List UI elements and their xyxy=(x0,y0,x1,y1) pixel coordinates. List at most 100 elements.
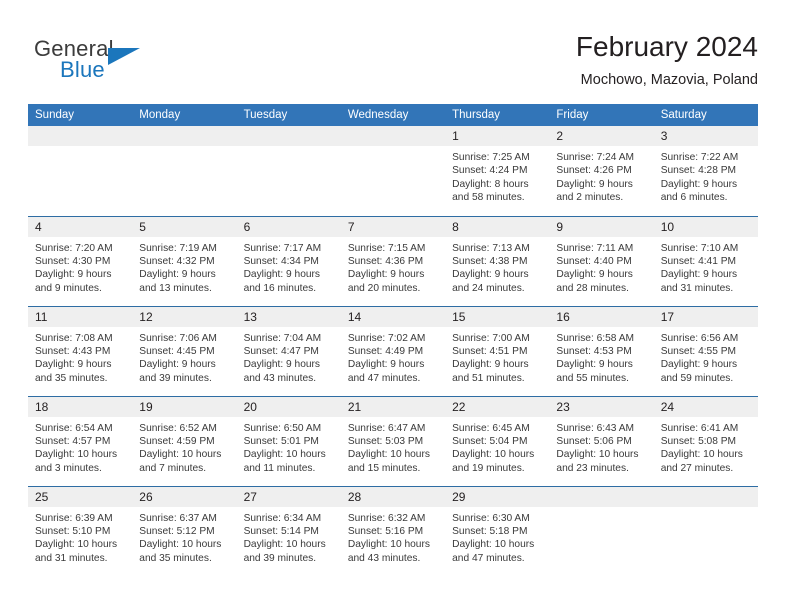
sun-info-line: Daylight: 10 hours xyxy=(243,449,326,461)
calendar-day-cell[interactable]: 21 Sunrise: 6:47 AM Sunset: 5:03 PM Dayligh… xyxy=(340,395,446,486)
title-block: February 2024 Mochowo, Mazovia, Poland xyxy=(576,30,758,90)
sun-info-line: Sunrise: 6:32 AM xyxy=(347,512,426,524)
calendar-day-cell[interactable]: 19 Sunrise: 6:52 AM Sunset: 4:59 PM Dayligh… xyxy=(132,395,237,486)
calendar-day-cell[interactable]: 13 Sunrise: 7:04 AM Sunset: 4:47 PM Dayligh… xyxy=(236,305,341,396)
day-number: 10 xyxy=(653,216,758,237)
calendar-day-cell[interactable]: 2 Sunrise: 7:24 AM Sunset: 4:26 PM Daylight… xyxy=(549,126,654,216)
sun-info-line: Daylight: 9 hours xyxy=(139,359,216,371)
sun-info-line: Sunrise: 7:10 AM xyxy=(660,242,739,254)
sun-info-line: and 59 minutes. xyxy=(660,372,734,384)
sun-info-line: Sunset: 5:18 PM xyxy=(452,525,528,537)
sun-info-line: Sunset: 5:03 PM xyxy=(347,435,424,447)
sun-info-line: Daylight: 10 hours xyxy=(347,539,430,551)
calendar-day-cell[interactable]: 10 Sunrise: 7:10 AM Sunset: 4:41 PM Dayligh… xyxy=(653,215,758,306)
sun-info-line: Sunrise: 6:54 AM xyxy=(35,422,113,434)
sun-info-line: Sunrise: 7:20 AM xyxy=(35,242,113,254)
sun-info-line: and 47 minutes. xyxy=(347,372,421,384)
sun-info-line: and 39 minutes. xyxy=(243,552,317,564)
calendar-day-cell[interactable]: 18 Sunrise: 6:54 AM Sunset: 4:57 PM Dayligh… xyxy=(28,395,133,486)
sun-info-line: Sunrise: 7:24 AM xyxy=(556,152,634,163)
sun-info-line: Sunset: 5:12 PM xyxy=(139,525,215,537)
calendar-day-cell[interactable]: 17 Sunrise: 6:56 AM Sunset: 4:55 PM Dayligh… xyxy=(653,305,758,396)
calendar-day-cell[interactable]: 29 Sunrise: 6:30 AM Sunset: 5:18 PM Dayligh… xyxy=(445,485,550,576)
weekday-header-tuesday: Tuesday xyxy=(236,104,341,126)
sun-info-line: Daylight: 10 hours xyxy=(347,449,430,461)
sun-info-line: Daylight: 9 hours xyxy=(243,359,321,371)
calendar-day-cell[interactable]: 7 Sunrise: 7:15 AM Sunset: 4:36 PM Daylight… xyxy=(340,215,446,306)
general-blue-logo[interactable]: General Blue xyxy=(34,36,244,92)
sun-info-line: Daylight: 9 hours xyxy=(347,269,425,281)
sun-info: Sunrise: 6:52 AM Sunset: 4:59 PM Daylight:… xyxy=(132,417,236,476)
calendar-day-cell[interactable]: 4 Sunrise: 7:20 AM Sunset: 4:30 PM Daylight… xyxy=(28,215,133,306)
sun-info-line: Daylight: 9 hours xyxy=(556,178,633,190)
sun-info-line: and 15 minutes. xyxy=(347,462,421,474)
calendar-day-cell[interactable]: 9 Sunrise: 7:11 AM Sunset: 4:40 PM Daylight… xyxy=(549,215,654,306)
sun-info-line: Sunset: 4:41 PM xyxy=(660,255,737,267)
sun-info-line: Daylight: 9 hours xyxy=(556,359,633,371)
sun-info-line: Daylight: 10 hours xyxy=(556,449,639,461)
calendar-table: Sunday Monday Tuesday Wednesday Thursday Frid… xyxy=(28,104,758,576)
sun-info-line: Sunset: 5:01 PM xyxy=(243,435,319,447)
sun-info-line: and 11 minutes. xyxy=(243,462,316,474)
calendar-day-cell[interactable]: 14 Sunrise: 7:02 AM Sunset: 4:49 PM Dayligh… xyxy=(340,305,446,396)
day-number: 23 xyxy=(549,396,654,417)
day-number: 14 xyxy=(340,306,446,327)
sun-info: Sunrise: 6:45 AM Sunset: 5:04 PM Daylight:… xyxy=(445,417,549,476)
calendar-week-row: 18 Sunrise: 6:54 AM Sunset: 4:57 PM Dayligh… xyxy=(28,395,758,486)
calendar-day-cell[interactable]: 27 Sunrise: 6:34 AM Sunset: 5:14 PM Dayligh… xyxy=(236,485,341,576)
calendar-day-cell[interactable]: 23 Sunrise: 6:43 AM Sunset: 5:06 PM Dayligh… xyxy=(549,395,654,486)
weekday-header-monday: Monday xyxy=(132,104,237,126)
page-title: February 2024 xyxy=(575,31,758,62)
sun-info-line: Daylight: 9 hours xyxy=(243,269,321,281)
sun-info-line: Sunrise: 6:37 AM xyxy=(139,512,217,524)
day-number: 2 xyxy=(549,126,654,146)
sun-info: Sunrise: 7:11 AM Sunset: 4:40 PM Daylight:… xyxy=(549,237,653,296)
calendar-day-cell[interactable]: 25 Sunrise: 6:39 AM Sunset: 5:10 PM Dayligh… xyxy=(28,485,133,576)
calendar-day-cell[interactable]: 22 Sunrise: 6:45 AM Sunset: 5:04 PM Dayligh… xyxy=(445,395,550,486)
sun-info-line: and 51 minutes. xyxy=(452,372,525,384)
day-number: 6 xyxy=(236,216,341,237)
calendar-day-cell[interactable]: 24 Sunrise: 6:41 AM Sunset: 5:08 PM Dayligh… xyxy=(653,395,758,486)
sun-info-line: and 19 minutes. xyxy=(452,462,525,474)
calendar-day-cell[interactable]: 1 Sunrise: 7:25 AM Sunset: 4:24 PM Daylight… xyxy=(445,126,550,216)
location-subtitle: Mochowo, Mazovia, Poland xyxy=(580,72,758,88)
sun-info-line: Sunset: 4:55 PM xyxy=(660,345,737,357)
sun-info-line: Daylight: 10 hours xyxy=(452,449,535,461)
calendar-day-cell[interactable]: 6 Sunrise: 7:17 AM Sunset: 4:34 PM Daylight… xyxy=(236,215,341,306)
calendar-day-cell[interactable]: 5 Sunrise: 7:19 AM Sunset: 4:32 PM Daylight… xyxy=(132,215,237,306)
sun-info-line: and 28 minutes. xyxy=(556,282,629,294)
calendar-day-cell[interactable]: 15 Sunrise: 7:00 AM Sunset: 4:51 PM Dayligh… xyxy=(445,305,550,396)
sun-info-line: Daylight: 9 hours xyxy=(347,359,425,371)
day-number: 19 xyxy=(132,396,237,417)
sun-info-line: Sunrise: 6:58 AM xyxy=(556,332,634,344)
sun-info-line: Daylight: 9 hours xyxy=(660,178,738,190)
sun-info-line: Sunrise: 7:25 AM xyxy=(452,152,530,163)
calendar-day-cell[interactable]: 8 Sunrise: 7:13 AM Sunset: 4:38 PM Daylight… xyxy=(445,215,550,306)
sun-info: Sunrise: 7:20 AM Sunset: 4:30 PM Daylight:… xyxy=(28,237,132,296)
day-number: 27 xyxy=(236,486,341,507)
sun-info-line: and 43 minutes. xyxy=(347,552,421,564)
calendar-day-cell[interactable]: 16 Sunrise: 6:58 AM Sunset: 4:53 PM Dayligh… xyxy=(549,305,654,396)
sun-info-line: Sunset: 5:08 PM xyxy=(660,435,737,447)
calendar-day-cell[interactable]: 12 Sunrise: 7:06 AM Sunset: 4:45 PM Dayligh… xyxy=(132,305,237,396)
sun-info-line: Sunrise: 6:56 AM xyxy=(660,332,739,344)
calendar-header-row: Sunday Monday Tuesday Wednesday Thursday Frid… xyxy=(28,104,758,126)
sun-info-line: Sunrise: 6:30 AM xyxy=(452,512,530,524)
weekday-header-thursday: Thursday xyxy=(445,104,550,126)
sun-info-line: Sunset: 4:26 PM xyxy=(556,165,632,177)
sun-info: Sunrise: 6:39 AM Sunset: 5:10 PM Daylight:… xyxy=(28,507,132,566)
calendar-day-cell[interactable]: 26 Sunrise: 6:37 AM Sunset: 5:12 PM Dayligh… xyxy=(132,485,237,576)
day-number xyxy=(549,486,654,507)
sun-info-line: Sunrise: 6:41 AM xyxy=(660,422,739,434)
calendar-day-cell[interactable]: 20 Sunrise: 6:50 AM Sunset: 5:01 PM Dayligh… xyxy=(236,395,341,486)
sun-info: Sunrise: 7:24 AM Sunset: 4:26 PM Daylight:… xyxy=(549,146,653,205)
day-number: 9 xyxy=(549,216,654,237)
calendar-day-cell-empty xyxy=(132,126,237,216)
day-number: 8 xyxy=(445,216,550,237)
calendar-day-cell[interactable]: 11 Sunrise: 7:08 AM Sunset: 4:43 PM Dayligh… xyxy=(28,305,133,396)
calendar-day-cell[interactable]: 28 Sunrise: 6:32 AM Sunset: 5:16 PM Dayligh… xyxy=(340,485,446,576)
calendar-day-cell[interactable]: 3 Sunrise: 7:22 AM Sunset: 4:28 PM Daylight… xyxy=(653,126,758,216)
day-number: 29 xyxy=(445,486,550,507)
day-number: 12 xyxy=(132,306,237,327)
sun-info-line: Sunset: 5:14 PM xyxy=(243,525,319,537)
